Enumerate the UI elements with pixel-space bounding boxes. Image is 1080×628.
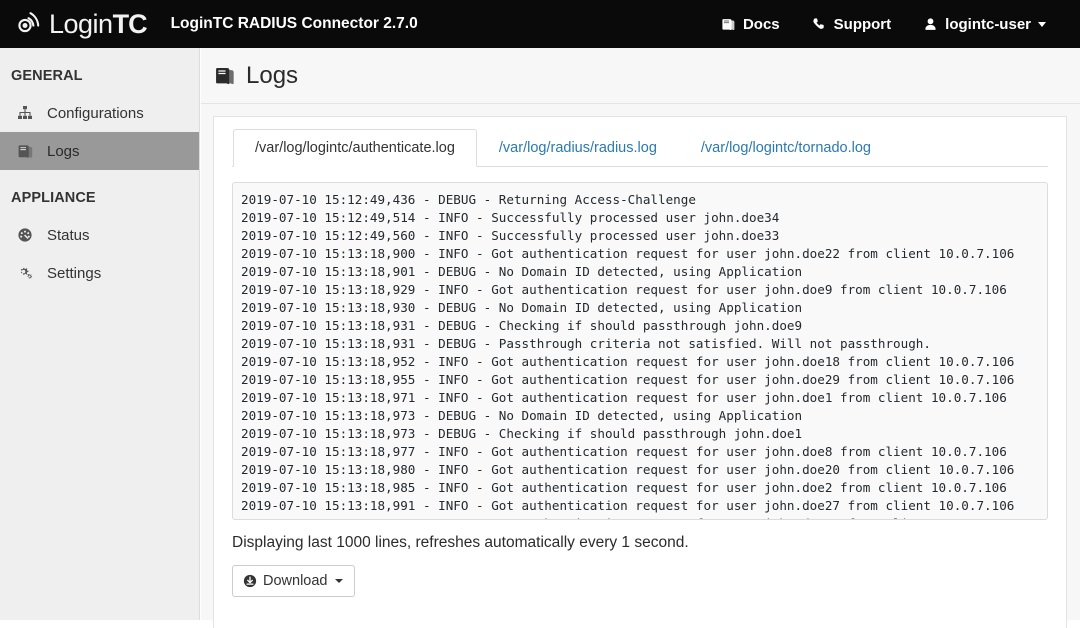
log-line: 2019-07-10 15:13:18,931 - DEBUG - Checki… — [241, 318, 803, 334]
book-icon — [721, 17, 736, 32]
sidebar-item-settings[interactable]: Settings — [0, 254, 199, 292]
top-navbar: LoginTC LoginTC RADIUS Connector 2.7.0 D… — [0, 0, 1080, 48]
log-line: 2019-07-10 15:13:18,991 - INFO - Got aut… — [241, 498, 1015, 514]
sidebar-item-settings-label: Settings — [47, 264, 102, 282]
log-line: 2019-07-10 15:13:18,931 - DEBUG - Passth… — [241, 336, 931, 352]
download-circle-icon — [243, 574, 257, 588]
log-line: 2019-07-10 15:13:18,971 - INFO - Got aut… — [241, 390, 1007, 406]
brand-wordmark: LoginTC — [49, 8, 148, 39]
nav-item-user-label: logintc-user — [945, 15, 1031, 33]
app-title: LoginTC RADIUS Connector 2.7.0 — [170, 15, 418, 32]
log-line: 2019-07-10 15:13:18,973 - DEBUG - No Dom… — [241, 408, 803, 424]
log-file-tabs: /var/log/logintc/authenticate.log /var/l… — [232, 129, 1048, 168]
sidebar-item-status-label: Status — [47, 226, 90, 244]
sidebar-group-header-general: GENERAL — [11, 68, 83, 84]
tab-radius-log[interactable]: /var/log/radius/radius.log — [477, 129, 679, 167]
sidebar-item-logs[interactable]: Logs — [0, 132, 199, 170]
dashboard-icon — [17, 227, 39, 243]
sidebar-item-logs-label: Logs — [47, 142, 80, 160]
phone-icon — [812, 17, 827, 32]
page-title: Logs — [246, 62, 299, 89]
nav-item-docs[interactable]: Docs — [705, 0, 796, 48]
log-line: 2019-07-10 15:12:49,514 - INFO - Success… — [241, 210, 780, 226]
log-line: 2019-07-10 15:13:18,973 - DEBUG - Checki… — [241, 426, 803, 442]
tab-authenticate-log[interactable]: /var/log/logintc/authenticate.log — [233, 129, 477, 168]
brand-tc-text: TC — [112, 8, 148, 39]
main-content: Logs /var/log/logintc/authenticate.log /… — [201, 48, 1080, 628]
page-header: Logs — [201, 48, 1080, 104]
sidebar-item-configurations-label: Configurations — [47, 104, 144, 122]
brand-logo[interactable]: LoginTC — [14, 0, 148, 48]
log-line: 2019-07-10 15:13:18,980 - INFO - Got aut… — [241, 462, 1015, 478]
log-line: 2019-07-10 15:13:18,985 - INFO - Got aut… — [241, 480, 1007, 496]
log-line: 2019-07-10 15:13:18,900 - INFO - Got aut… — [241, 246, 1015, 262]
navbar-right-group: Docs Support logintc-user — [705, 0, 1062, 48]
log-line: 2019-07-10 15:12:49,560 - INFO - Success… — [241, 228, 780, 244]
log-line: 2019-07-10 15:13:18,901 - DEBUG - No Dom… — [241, 264, 803, 280]
sitemap-icon — [17, 105, 39, 121]
download-button[interactable]: Download — [232, 565, 355, 598]
logs-panel: /var/log/logintc/authenticate.log /var/l… — [213, 116, 1067, 628]
sidebar-group-header-appliance: APPLIANCE — [11, 190, 96, 206]
sidebar-item-configurations[interactable]: Configurations — [0, 94, 199, 132]
book-icon — [17, 143, 39, 160]
chevron-down-icon — [1038, 21, 1046, 27]
log-line: 2019-07-10 15:13:18,955 - INFO - Got aut… — [241, 372, 1015, 388]
log-note: Displaying last 1000 lines, refreshes au… — [232, 534, 689, 552]
log-line: 2019-07-10 15:13:18,930 - DEBUG - No Dom… — [241, 300, 803, 316]
log-output-box[interactable]: 2019-07-10 15:12:49,436 - DEBUG - Return… — [232, 182, 1048, 521]
chevron-down-icon — [334, 579, 343, 584]
logintc-signal-icon — [14, 9, 44, 40]
nav-item-support[interactable]: Support — [796, 0, 908, 48]
book-icon — [214, 65, 236, 87]
nav-item-support-label: Support — [833, 15, 892, 33]
sidebar-item-status[interactable]: Status — [0, 216, 199, 254]
nav-item-user-menu[interactable]: logintc-user — [907, 0, 1062, 48]
sidebar: GENERAL Configurations Logs APPLIANCE St… — [0, 48, 200, 620]
nav-item-docs-label: Docs — [742, 15, 780, 33]
download-button-label: Download — [263, 573, 328, 590]
log-line: 2019-07-10 15:13:18,991 - INFO - Got aut… — [241, 515, 1037, 519]
brand-login-text: Login — [49, 8, 113, 39]
log-line: 2019-07-10 15:13:18,929 - INFO - Got aut… — [241, 282, 1007, 298]
user-icon — [923, 17, 938, 32]
log-line: 2019-07-10 15:13:18,952 - INFO - Got aut… — [241, 354, 1015, 370]
tab-tornado-log[interactable]: /var/log/logintc/tornado.log — [679, 129, 893, 167]
log-line: 2019-07-10 15:12:49,436 - DEBUG - Return… — [241, 192, 696, 208]
gears-icon — [17, 265, 39, 281]
log-line: 2019-07-10 15:13:18,977 - INFO - Got aut… — [241, 444, 1007, 460]
